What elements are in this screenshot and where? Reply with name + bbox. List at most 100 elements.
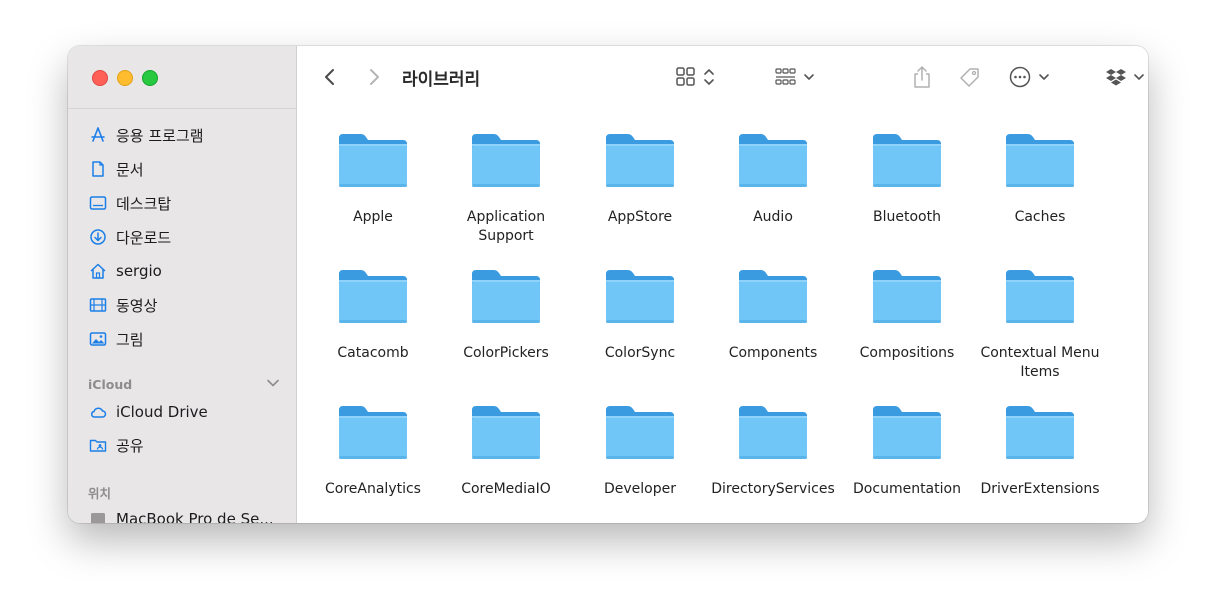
sidebar-item-label: 다운로드 (116, 228, 172, 247)
folder-item[interactable]: Compositions (842, 264, 972, 363)
chevron-left-icon (325, 69, 334, 85)
folder-label: Bluetooth (873, 209, 941, 225)
folder-item[interactable]: AppStore (575, 128, 705, 227)
laptop-icon (88, 509, 108, 523)
chevron-down-icon[interactable] (266, 376, 280, 390)
finder-window: 응용 프로그램 문서 데스크탑 다운로드 sergio 동영상 그림 iClou… (68, 46, 1148, 523)
sidebar-item-label: 동영상 (116, 296, 158, 315)
sidebar-item-label: 공유 (116, 436, 144, 455)
folder-item[interactable]: ColorSync (575, 264, 705, 363)
tag-button[interactable] (956, 64, 984, 90)
folder-item[interactable]: Contextual Menu Items (975, 264, 1105, 382)
sidebar-item-label: iCloud Drive (116, 403, 208, 421)
folder-item[interactable]: Bluetooth (842, 128, 972, 227)
group-icon (775, 68, 814, 85)
zoom-button[interactable] (142, 70, 158, 86)
folder-label: Catacomb (337, 345, 409, 361)
sidebar-item-documents[interactable]: 문서 (88, 157, 144, 181)
sidebar-item-label: 응용 프로그램 (116, 126, 204, 145)
sidebar: 응용 프로그램 문서 데스크탑 다운로드 sergio 동영상 그림 iClou… (68, 46, 297, 523)
folder-item[interactable]: Documentation (842, 400, 972, 499)
tag-icon (960, 68, 979, 87)
chevron-right-icon (370, 69, 379, 85)
folder-item[interactable]: Audio (708, 128, 838, 227)
cloud-icon (88, 402, 108, 422)
sidebar-section-icloud: iCloud (88, 377, 133, 392)
sidebar-item-label: sergio (116, 262, 162, 280)
folder-icon (739, 406, 807, 459)
folder-item[interactable]: Caches (975, 128, 1105, 227)
folder-icon (472, 270, 540, 323)
folder-icon (339, 270, 407, 323)
dropbox-icon (1106, 69, 1144, 86)
folder-item[interactable]: DriverExtensions (975, 400, 1105, 499)
sidebar-item-pictures[interactable]: 그림 (88, 327, 144, 351)
sidebar-item-macbook[interactable]: MacBook Pro de Se... (88, 507, 274, 523)
folder-item[interactable]: Application Support (441, 128, 571, 246)
folder-label: Caches (1014, 209, 1066, 225)
group-button[interactable] (774, 64, 820, 90)
forward-button[interactable] (363, 64, 385, 90)
folder-item[interactable]: ColorPickers (441, 264, 571, 363)
folder-icon (739, 134, 807, 187)
sidebar-item-shared[interactable]: 공유 (88, 433, 144, 457)
sidebar-item-label: 그림 (116, 330, 144, 349)
photo-icon (88, 329, 108, 349)
folder-label: Contextual Menu Items (980, 345, 1100, 380)
folder-icon (606, 270, 674, 323)
download-icon (88, 227, 108, 247)
folder-icon (873, 270, 941, 323)
sidebar-divider (68, 108, 296, 109)
folder-item[interactable]: CoreMediaIO (441, 400, 571, 499)
sidebar-item-icloud-drive[interactable]: iCloud Drive (88, 400, 208, 424)
sidebar-item-home[interactable]: sergio (88, 259, 162, 283)
folder-icon (1006, 406, 1074, 459)
folder-item[interactable]: Developer (575, 400, 705, 499)
folder-icon (606, 134, 674, 187)
sidebar-item-desktop[interactable]: 데스크탑 (88, 191, 171, 215)
share-button[interactable] (909, 64, 935, 90)
desktop-icon (88, 193, 108, 213)
folder-item[interactable]: Apple (308, 128, 438, 227)
folder-label: DirectoryServices (711, 481, 835, 497)
dropbox-button[interactable] (1105, 64, 1148, 90)
folder-icon (1006, 270, 1074, 323)
folder-label: DriverExtensions (980, 481, 1100, 497)
folder-item[interactable]: CoreAnalytics (308, 400, 438, 499)
folder-label: CoreAnalytics (325, 481, 421, 497)
minimize-button[interactable] (117, 70, 133, 86)
folder-icon (606, 406, 674, 459)
folder-label: ColorPickers (463, 345, 549, 361)
folder-label: CoreMediaIO (461, 481, 551, 497)
folder-icon (1006, 134, 1074, 187)
window-title: 라이브러리 (402, 70, 481, 90)
sidebar-item-applications[interactable]: 응용 프로그램 (88, 123, 204, 147)
folder-label: Documentation (853, 481, 961, 497)
folder-label: ColorSync (604, 345, 676, 361)
more-actions-button[interactable] (1007, 64, 1055, 90)
sidebar-item-label: 문서 (116, 160, 144, 179)
folder-item[interactable]: Components (708, 264, 838, 363)
applications-icon (88, 125, 108, 145)
sidebar-item-label: 데스크탑 (116, 194, 172, 213)
folder-label: Application Support (466, 209, 546, 244)
folder-item[interactable]: DirectoryServices (708, 400, 838, 499)
folder-item[interactable]: Catacomb (308, 264, 438, 363)
film-icon (88, 295, 108, 315)
sidebar-item-movies[interactable]: 동영상 (88, 293, 157, 317)
share-icon (914, 66, 930, 88)
back-button[interactable] (319, 64, 341, 90)
folder-icon (739, 270, 807, 323)
toolbar: 라이브러리 (297, 46, 1148, 108)
sidebar-item-downloads[interactable]: 다운로드 (88, 225, 171, 249)
icon-view-icon (676, 67, 714, 86)
folder-label: Developer (603, 481, 676, 497)
ellipsis-circle-icon (1009, 66, 1049, 88)
folder-label: Apple (353, 209, 393, 225)
view-mode-button[interactable] (675, 64, 721, 90)
folder-icon (472, 134, 540, 187)
home-icon (88, 261, 108, 281)
close-button[interactable] (92, 70, 108, 86)
folder-icon (339, 406, 407, 459)
folder-label: Compositions (859, 345, 955, 361)
